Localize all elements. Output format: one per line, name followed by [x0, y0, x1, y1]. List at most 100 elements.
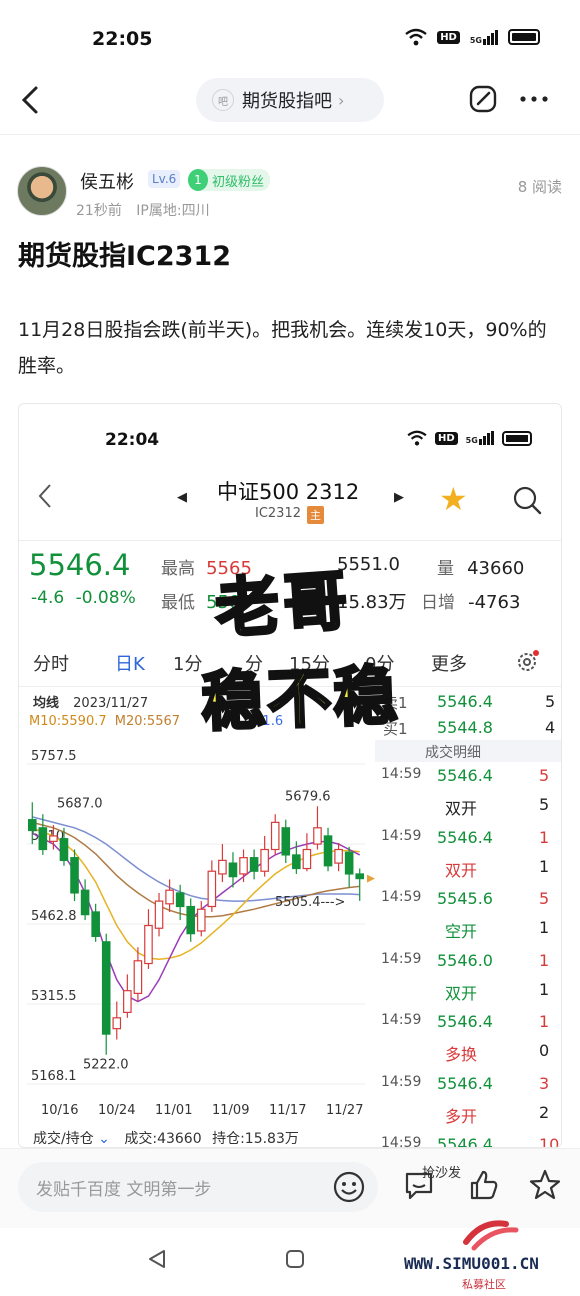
comment-input[interactable]: 发贴千百度 文明第一步: [18, 1162, 378, 1212]
more-icon[interactable]: [518, 84, 550, 120]
forum-name: 期货股指吧: [242, 91, 332, 112]
trade-oi: 1: [539, 856, 550, 876]
fan-level: 1: [188, 169, 208, 191]
author-name[interactable]: 侯五彬: [80, 168, 134, 194]
order-book: 卖1 5546.4 5 买1 5544.8 4 成交明细 14:59 5546.4…: [375, 686, 561, 1148]
level-badge: Lv.6: [148, 170, 181, 188]
trade-type: 双开: [445, 983, 478, 1003]
divider: [0, 134, 580, 135]
candle-body: [270, 821, 280, 851]
hd-badge: HD: [435, 431, 458, 445]
nav-bar: 吧 期货股指吧 ›: [0, 76, 580, 132]
trade-type: 多换: [445, 1045, 478, 1064]
candle-body: [175, 892, 185, 908]
chart-legend: 均线 2023/11/27: [33, 696, 149, 711]
back-icon[interactable]: [20, 84, 40, 121]
bottom-indicator: 成交/持仓 ⌄ 成交:43660 持仓:15.83万: [33, 1131, 299, 1147]
price-annotation: 5687.0: [57, 796, 103, 811]
battery-icon: [501, 430, 532, 446]
tab-daily[interactable]: 日K: [115, 650, 145, 676]
candle-body: [292, 854, 301, 870]
post-body: 11月28日股指会跌(前半天)。把我机会。连续发10天，90%的胜率。: [18, 319, 547, 377]
nav-home-icon[interactable]: [284, 1248, 306, 1274]
contract-code: IC2312: [255, 506, 301, 521]
trade-type: 双开: [445, 799, 478, 818]
hd-badge: HD: [437, 30, 460, 44]
star-icon[interactable]: ★: [439, 480, 468, 518]
candle-body: [249, 857, 259, 872]
candlestick-chart[interactable]: 5757.556105462.85315.55168.15687.0 5679.6…: [19, 734, 375, 1130]
y-tick-label: 5168.1: [31, 1069, 77, 1084]
candle-body: [239, 857, 248, 875]
indicator-select[interactable]: 成交/持仓: [33, 1131, 94, 1147]
candle-body: [154, 900, 164, 929]
trade-price: 5545.6: [437, 889, 493, 908]
candle-body: [112, 1017, 122, 1030]
candle-body: [313, 827, 322, 845]
bid-row: 买1 5544.8 4: [383, 718, 556, 738]
signal-icon: 5G: [466, 431, 494, 445]
trade-time: 14:59: [381, 766, 422, 782]
avatar[interactable]: [17, 166, 67, 216]
trade-volume: 1: [539, 1012, 550, 1031]
next-contract-icon[interactable]: ▶: [394, 490, 404, 505]
forum-link[interactable]: 吧 期货股指吧 ›: [196, 78, 384, 122]
candle-body: [80, 889, 90, 916]
price-change: -4.6 -0.08%: [31, 588, 136, 608]
candle-body: [144, 924, 153, 965]
price-annotation: 5505.4--->: [275, 895, 345, 910]
inner-status-time: 22:04: [105, 430, 160, 450]
trade-oi: 5: [539, 795, 550, 814]
candle-body: [186, 905, 196, 935]
post-title: 期货股指IC2312: [18, 241, 232, 272]
trade-price: 5546.4: [437, 827, 493, 847]
fan-badge: 1 初级粉丝: [188, 169, 271, 191]
like-icon[interactable]: [466, 1168, 500, 1206]
y-tick-label: 5462.8: [31, 909, 77, 924]
trade-oi: 1: [539, 979, 550, 999]
candle-body: [133, 960, 143, 994]
candle-body: [59, 838, 69, 861]
tab-timeshare[interactable]: 分时: [33, 650, 69, 676]
fan-label: 初级粉丝: [212, 174, 265, 190]
candle-body: [323, 835, 333, 867]
embedded-screenshot[interactable]: 22:04 HD 5G ◀ 中证500 2312 IC2312 主 ▶ ★ 55…: [18, 403, 562, 1148]
trade-time: 14:59: [381, 950, 422, 967]
wifi-icon: [407, 430, 427, 446]
search-icon[interactable]: [511, 484, 543, 520]
watermark-sub: 私募社区: [462, 1278, 506, 1291]
post-time: 21秒前: [76, 203, 122, 219]
inner-status-icons: HD 5G: [407, 430, 532, 446]
x-tick-label: 11/17: [269, 1103, 306, 1118]
emoji-icon[interactable]: [332, 1170, 366, 1208]
main-contract-tag: 主: [307, 506, 324, 524]
candle-body: [228, 862, 238, 878]
watermark-site: WWW.SIMU001.CN: [404, 1254, 539, 1273]
nav-back-icon[interactable]: [146, 1248, 168, 1274]
status-icons: HD 5G: [405, 28, 540, 46]
post-ip: IP属地:四川: [136, 203, 210, 219]
edit-icon[interactable]: [468, 84, 498, 118]
trade-oi: 1: [539, 918, 550, 937]
prev-contract-icon[interactable]: ◀: [177, 490, 187, 505]
x-tick-label: 10/24: [98, 1103, 135, 1118]
trade-time: 14:59: [381, 1073, 422, 1090]
trade-time: 14:59: [381, 1135, 422, 1148]
inner-back-icon[interactable]: [37, 482, 53, 518]
quote-volume: 量 43660: [437, 558, 525, 579]
tab-1min[interactable]: 1分: [173, 650, 202, 676]
trade-price: 5546.4: [437, 1012, 493, 1031]
trade-type: 多开: [445, 1106, 478, 1126]
candle-body: [49, 835, 58, 842]
tab-more[interactable]: 更多: [431, 650, 467, 676]
read-count: 8 阅读: [517, 178, 562, 196]
x-tick-label: 11/27: [326, 1103, 363, 1118]
trade-oi: 2: [539, 1102, 550, 1122]
trade-price: 5546.4: [437, 1073, 493, 1093]
candle-body: [196, 908, 206, 932]
candle-body: [27, 819, 37, 832]
x-tick-label: 11/09: [212, 1103, 249, 1118]
gear-icon[interactable]: [515, 650, 539, 679]
favorite-star-icon[interactable]: [528, 1168, 562, 1206]
trade-time: 14:59: [381, 889, 422, 905]
